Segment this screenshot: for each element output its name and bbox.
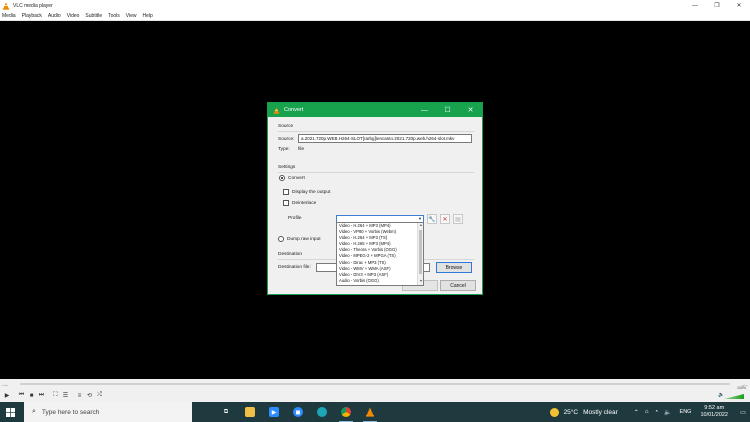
deinterlace-checkbox[interactable] (283, 200, 289, 206)
chevron-up-icon[interactable]: ⌃ (634, 409, 639, 416)
chevron-down-icon: ▼ (418, 216, 422, 221)
app-title: VLC media player (13, 2, 53, 9)
delete-profile-icon[interactable]: ✕ (440, 214, 450, 224)
shuffle-icon[interactable]: ⤮ (95, 391, 104, 400)
menu-video[interactable]: Video (67, 13, 80, 19)
task-view-icon[interactable]: ⧉ (214, 402, 238, 422)
profile-label: Profile (288, 216, 302, 221)
browse-button[interactable]: Browse (436, 262, 472, 273)
dialog-title-bar: Convert — ☐ ✕ (268, 103, 482, 117)
menu-tools[interactable]: Tools (108, 13, 120, 19)
source-divider (278, 131, 474, 132)
maximize-icon[interactable]: ❐ (706, 0, 728, 11)
destination-section-label: Destination (278, 252, 302, 257)
vlc-title-bar: VLC media player — ❐ ✕ (0, 0, 750, 11)
menu-help[interactable]: Help (143, 13, 153, 19)
vlc-cone-icon (273, 106, 280, 114)
loop-icon[interactable]: ⟲ (85, 391, 94, 400)
source-section-label: Source (278, 124, 294, 129)
scroll-thumb[interactable] (419, 230, 422, 274)
deinterlace-label: Deinterlace (292, 201, 317, 206)
dump-raw-radio[interactable] (278, 236, 284, 242)
display-output-label: Display the output (292, 190, 331, 195)
close-icon[interactable]: ✕ (728, 0, 750, 11)
taskbar-search[interactable]: ⌕ Type here to search (24, 402, 192, 422)
weather-widget[interactable]: 25°C Mostly clear (549, 407, 623, 417)
seek-bar: --:-- --:-- (0, 379, 750, 389)
windows-start-icon[interactable] (0, 402, 20, 422)
taskbar: ⌕ Type here to search ⧉ ▶ ◼ 25°C Mostly … (0, 402, 750, 422)
profile-dropdown-list: Video - H.264 + MP3 (MP4) Video - VP80 +… (336, 222, 424, 286)
volume-tray-icon[interactable]: 🔈 (664, 409, 671, 416)
dialog-minimize-icon[interactable]: — (413, 103, 436, 117)
dialog-title: Convert (284, 107, 304, 113)
settings-divider (278, 172, 474, 173)
language-indicator[interactable]: ENG (680, 409, 692, 415)
menu-audio[interactable]: Audio (48, 13, 61, 19)
scroll-down-icon[interactable]: ▼ (418, 279, 424, 285)
video-chat-icon[interactable]: ◼ (286, 402, 310, 422)
speaker-icon: 🔈 (718, 392, 725, 398)
menu-subtitle[interactable]: Subtitle (85, 13, 102, 19)
new-profile-icon[interactable]: ▤ (453, 214, 463, 224)
source-field[interactable]: a.2021.720p.WEB.H264-SLOT[rarbg]\encanto… (298, 134, 472, 143)
weather-icon (549, 407, 559, 417)
menu-playback[interactable]: Playback (22, 13, 42, 19)
scroll-up-icon[interactable]: ▲ (418, 223, 424, 229)
playback-controls: ▶ ⏮ ■ ⏭ ⛶ ☰ ≡ ⟲ ⤮ (0, 389, 750, 402)
dropdown-scrollbar[interactable]: ▲ ▼ (417, 223, 423, 285)
volume-label: 100% (737, 386, 746, 390)
profile-option[interactable]: Audio - Vorbis (OGG) (337, 278, 417, 284)
next-icon[interactable]: ⏭ (37, 391, 46, 400)
menu-bar: Media Playback Audio Video Subtitle Tool… (0, 11, 750, 21)
clock[interactable]: 9:52 am 10/01/2022 (700, 405, 728, 419)
vlc-cone-icon (2, 1, 10, 10)
menu-view[interactable]: View (126, 13, 137, 19)
notification-icon[interactable]: ▭ (736, 402, 750, 422)
volume-slider[interactable] (724, 394, 744, 399)
zoom-icon[interactable]: ▶ (262, 402, 286, 422)
clock-date: 10/01/2022 (700, 412, 728, 418)
previous-icon[interactable]: ⏮ (17, 391, 26, 400)
type-value: file (298, 147, 305, 152)
dialog-close-icon[interactable]: ✕ (459, 103, 482, 117)
convert-label: Convert (288, 176, 305, 181)
playlist-icon[interactable]: ≡ (75, 391, 84, 400)
display-output-checkbox[interactable] (283, 189, 289, 195)
destination-file-label: Destination file: (278, 265, 311, 270)
minimize-icon[interactable]: — (684, 0, 706, 11)
network-icon[interactable]: ⌂ (645, 409, 649, 415)
elapsed-time: --:-- (2, 381, 9, 387)
volume-control[interactable]: 🔈 100% (718, 386, 746, 400)
chrome-icon[interactable] (334, 402, 358, 422)
play-icon[interactable]: ▶ (2, 391, 12, 401)
convert-radio[interactable] (279, 175, 285, 181)
menu-media[interactable]: Media (2, 13, 16, 19)
edge-icon[interactable] (310, 402, 334, 422)
wrench-icon[interactable]: 🔧 (427, 214, 437, 224)
settings-section-label: Settings (278, 165, 296, 170)
source-label: Source: (278, 137, 295, 142)
dump-raw-label: Dump raw input (287, 237, 321, 242)
seek-slider[interactable] (20, 383, 730, 385)
vlc-taskbar-icon[interactable] (358, 402, 382, 422)
wifi-icon[interactable]: ◔ (654, 409, 658, 415)
weather-temp: 25°C (563, 408, 579, 416)
file-explorer-icon[interactable] (238, 402, 262, 422)
search-icon: ⌕ (32, 408, 36, 415)
weather-desc: Mostly clear (583, 408, 618, 416)
type-label: Type: (278, 147, 290, 152)
stop-icon[interactable]: ■ (27, 391, 36, 400)
extended-settings-icon[interactable]: ☰ (61, 391, 70, 400)
dialog-maximize-icon[interactable]: ☐ (436, 103, 459, 117)
fullscreen-icon[interactable]: ⛶ (51, 391, 60, 400)
search-placeholder: Type here to search (41, 408, 100, 416)
cancel-button[interactable]: Cancel (440, 280, 476, 291)
clock-time: 9:52 am (704, 405, 725, 411)
